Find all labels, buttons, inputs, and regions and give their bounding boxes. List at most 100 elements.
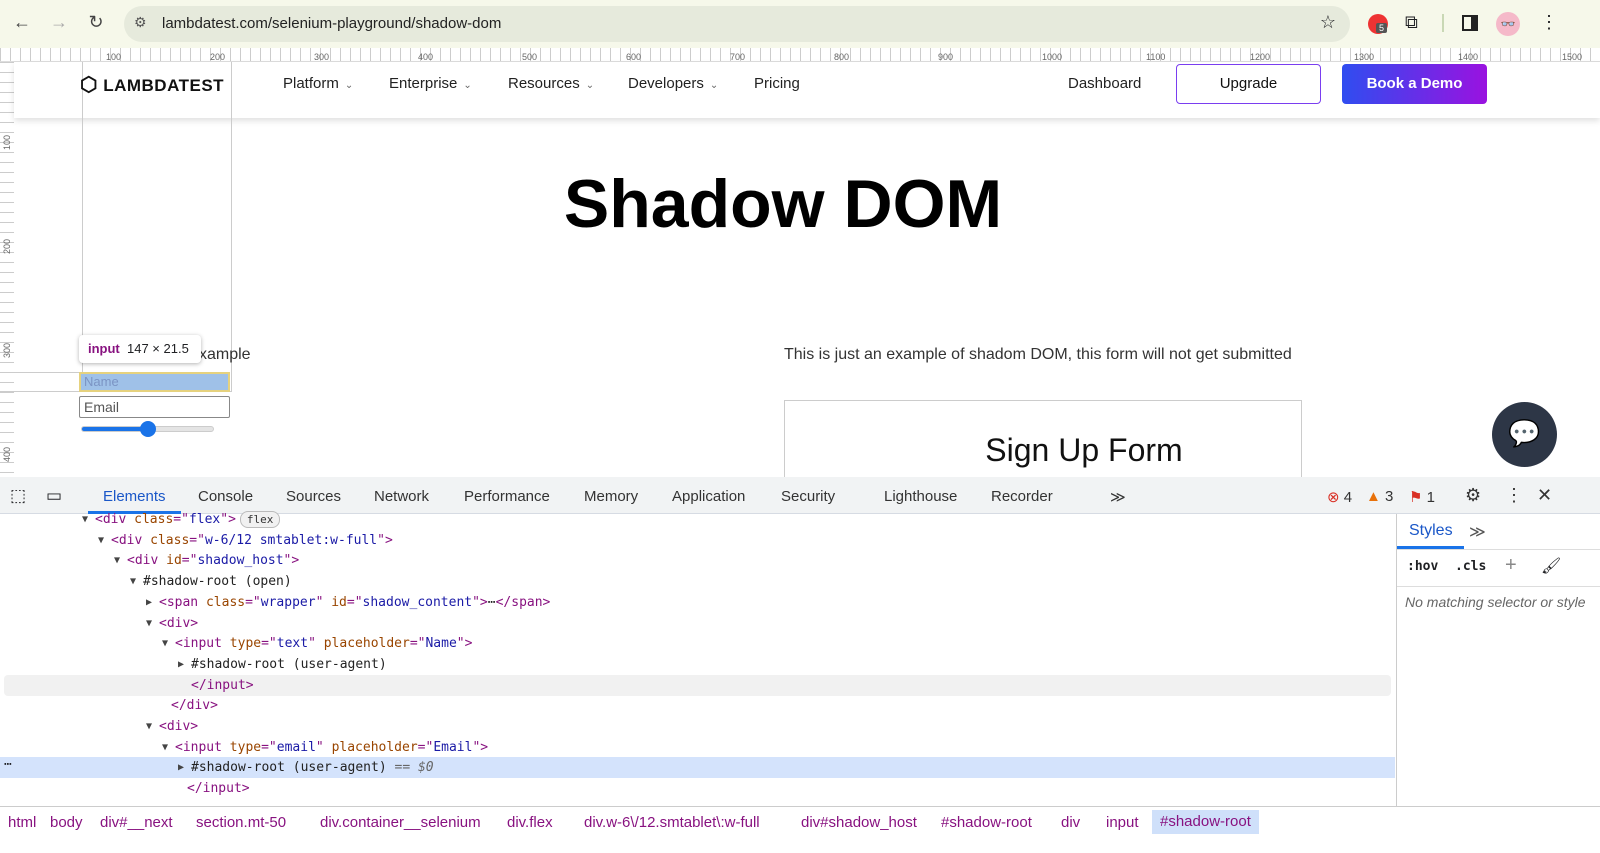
dom-node-row[interactable]: ▼ <div class="flex"> flex (0, 509, 1395, 530)
dom-node-row[interactable]: </input> (0, 778, 1395, 799)
nav-item-developers[interactable]: Developers ⌄ (628, 75, 718, 92)
book-demo-button[interactable]: Book a Demo (1342, 64, 1487, 104)
dom-node-row[interactable]: ▼ <div> (0, 716, 1395, 737)
expand-toggle-icon[interactable]: ▼ (114, 550, 120, 571)
forward-icon[interactable]: → (47, 12, 71, 33)
tab-recorder[interactable]: Recorder (991, 488, 1053, 505)
inspect-element-icon[interactable]: ⬚ (10, 486, 26, 506)
cls-toggle[interactable]: .cls (1455, 556, 1486, 577)
expand-toggle-icon[interactable]: ▼ (146, 716, 152, 737)
nav-item-resources[interactable]: Resources ⌄ (508, 75, 594, 92)
breadcrumb-item[interactable]: div#__next (100, 814, 173, 831)
breadcrumb-item[interactable]: div.flex (507, 814, 553, 831)
email-input[interactable]: Email (79, 396, 230, 418)
breadcrumb-item[interactable]: body (50, 814, 83, 831)
dom-node-row[interactable]: ▼ #shadow-root (open) (0, 571, 1395, 592)
tab-console[interactable]: Console (198, 488, 253, 505)
more-panels-icon[interactable]: ≫ (1469, 522, 1486, 542)
errors-count[interactable]: ⊗ 4 (1327, 488, 1352, 506)
breadcrumb-item[interactable]: div.w-6\/12.smtablet\:w-full (584, 814, 760, 831)
dom-node-row[interactable]: ▼ <div> (0, 613, 1395, 634)
bookmark-star-icon[interactable]: ☆ (1320, 12, 1336, 33)
site-settings-icon[interactable]: ⚙ (134, 14, 147, 31)
markup-token: " (315, 739, 332, 755)
address-bar[interactable]: ⚙ lambdatest.com/selenium-playground/sha… (124, 6, 1350, 42)
dom-node-row[interactable]: ▶ #shadow-root (user-agent) (0, 654, 1395, 675)
chat-widget-button[interactable]: 💬 (1492, 402, 1557, 467)
expand-toggle-icon[interactable]: ▶ (178, 757, 184, 778)
range-slider[interactable] (81, 421, 214, 437)
slider-thumb[interactable] (139, 421, 156, 437)
breadcrumb-item[interactable]: div.container__selenium (320, 814, 481, 831)
tab-elements[interactable]: Elements (103, 488, 166, 505)
close-devtools-icon[interactable]: ✕ (1537, 485, 1552, 506)
back-icon[interactable]: ← (10, 12, 34, 33)
chevron-down-icon: ⌄ (709, 80, 719, 91)
tab-lighthouse[interactable]: Lighthouse (884, 488, 957, 505)
expand-toggle-icon[interactable]: ▼ (162, 737, 168, 758)
nav-item-platform[interactable]: Platform ⌄ (283, 75, 353, 92)
dom-node-row[interactable]: </div> (0, 695, 1395, 716)
name-input[interactable]: Name (79, 372, 230, 392)
device-toolbar-icon[interactable]: ▭ (46, 486, 62, 506)
ruler-tick-label: 200 (2, 238, 12, 254)
example-heading: xample (199, 346, 251, 363)
breadcrumb-item[interactable]: div (1061, 814, 1080, 831)
dom-node-row[interactable]: ▼ <div class="w-6/12 smtablet:w-full"> (0, 530, 1395, 551)
ruler-tick-label: 300 (314, 52, 330, 62)
styles-tab[interactable]: Styles (1409, 522, 1453, 540)
tab-security[interactable]: Security (781, 488, 835, 505)
breadcrumb-item[interactable]: #shadow-root (941, 814, 1032, 831)
paint-brush-icon[interactable]: 🖌 (1541, 556, 1561, 576)
more-options-icon[interactable]: ⋮ (1505, 485, 1523, 506)
dom-node-row[interactable]: </input> (4, 674, 1391, 696)
reload-icon[interactable]: ↻ (84, 12, 108, 33)
menu-icon[interactable]: ⋮ (1540, 12, 1558, 33)
expand-toggle-icon[interactable]: ▶ (146, 592, 152, 613)
extensions-puzzle-icon[interactable]: ⧉ (1405, 12, 1418, 33)
extension-icon[interactable]: 5 (1368, 14, 1388, 34)
upgrade-button[interactable]: Upgrade (1176, 64, 1321, 104)
tab-network[interactable]: Network (374, 488, 429, 505)
nav-item-pricing[interactable]: Pricing (754, 75, 800, 92)
markup-token: </input> (187, 781, 250, 797)
lambdatest-logo[interactable]: ⬡ LAMBDATEST (80, 72, 224, 97)
expand-toggle-icon[interactable]: ▼ (98, 530, 104, 551)
breadcrumb-item[interactable]: #shadow-root (1152, 810, 1259, 834)
expand-toggle-icon[interactable]: ▶ (178, 654, 184, 675)
tab-memory[interactable]: Memory (584, 488, 638, 505)
new-style-rule-icon[interactable]: + (1505, 554, 1517, 577)
dom-node-markup: <input type="email" placeholder="Email"> (175, 737, 488, 758)
settings-gear-icon[interactable]: ⚙ (1465, 485, 1481, 506)
breadcrumb-item[interactable]: section.mt-50 (196, 814, 286, 831)
tab-sources[interactable]: Sources (286, 488, 341, 505)
breadcrumb-item[interactable]: div#shadow_host (801, 814, 917, 831)
dom-node-row[interactable]: ▼ <div id="shadow_host"> (0, 550, 1395, 571)
dom-node-row[interactable]: ▼ <input type="text" placeholder="Name"> (0, 633, 1395, 654)
expand-toggle-icon[interactable]: ▼ (162, 633, 168, 654)
issues-count[interactable]: ⚑ 1 (1409, 488, 1435, 506)
expand-toggle-icon[interactable]: ▼ (130, 571, 136, 592)
hov-toggle[interactable]: :hov (1407, 556, 1438, 577)
warnings-value: 3 (1385, 488, 1394, 505)
breadcrumb-item[interactable]: html (8, 814, 36, 831)
expand-toggle-icon[interactable]: ▼ (82, 509, 88, 530)
url-text[interactable]: lambdatest.com/selenium-playground/shado… (162, 15, 501, 32)
dom-node-row[interactable]: ▼ <input type="email" placeholder="Email"… (0, 737, 1395, 758)
expand-toggle-icon[interactable]: ▼ (146, 613, 152, 634)
dashboard-link[interactable]: Dashboard (1068, 75, 1141, 92)
warnings-count[interactable]: ▲ 3 (1366, 488, 1393, 505)
more-tabs-icon[interactable]: ≫ (1110, 488, 1126, 506)
markup-token: <div (95, 512, 135, 527)
ruler-tick-label: 1300 (1354, 52, 1375, 62)
dom-node-row[interactable]: ⋯ ▶ #shadow-root (user-agent) == $0 (0, 757, 1395, 779)
profile-avatar[interactable]: 👓 (1496, 12, 1520, 36)
tab-performance[interactable]: Performance (464, 488, 550, 505)
markup-token: =" (245, 594, 261, 610)
flex-badge[interactable]: flex (239, 511, 281, 528)
side-panel-icon[interactable] (1462, 15, 1478, 31)
nav-item-enterprise[interactable]: Enterprise ⌄ (389, 75, 472, 92)
breadcrumb-item[interactable]: input (1106, 814, 1139, 831)
tab-application[interactable]: Application (672, 488, 745, 505)
dom-node-row[interactable]: ▶ <span class="wrapper" id="shadow_conten… (0, 592, 1395, 613)
